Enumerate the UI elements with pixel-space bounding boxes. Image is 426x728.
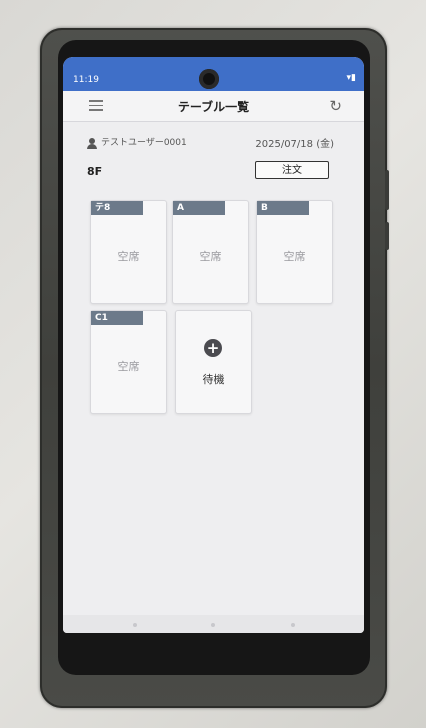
status-bar: 11:19 ▾▮ bbox=[63, 57, 364, 91]
table-status: 空席 bbox=[199, 250, 222, 263]
table-label: テ8 bbox=[91, 201, 143, 215]
refresh-icon[interactable]: ↻ bbox=[329, 97, 342, 115]
wait-card[interactable]: + 待機 bbox=[175, 310, 252, 414]
table-label: C1 bbox=[91, 311, 143, 325]
user-name: テストユーザー0001 bbox=[101, 138, 187, 148]
wait-label: 待機 bbox=[202, 373, 225, 386]
app-header: テーブル一覧 ↻ bbox=[63, 91, 364, 122]
table-status: 空席 bbox=[117, 250, 140, 263]
volume-button bbox=[385, 170, 389, 210]
navigation-bar bbox=[63, 615, 364, 633]
phone-screen: 11:19 ▾▮ テーブル一覧 ↻ テストユーザー0001 2025/07/18… bbox=[63, 57, 364, 633]
nav-home-icon[interactable] bbox=[211, 623, 215, 627]
nav-recent-icon[interactable] bbox=[291, 623, 295, 627]
table-label: B bbox=[257, 201, 309, 215]
page-title: テーブル一覧 bbox=[177, 100, 250, 114]
user-info: テストユーザー0001 bbox=[87, 135, 187, 149]
table-card[interactable]: テ8 空席 bbox=[90, 200, 167, 304]
status-time: 11:19 bbox=[73, 75, 99, 85]
floor-label: 8F bbox=[87, 165, 103, 178]
table-card[interactable]: A 空席 bbox=[172, 200, 249, 304]
order-button[interactable]: 注文 bbox=[255, 161, 329, 179]
power-button bbox=[385, 222, 389, 250]
table-card[interactable]: B 空席 bbox=[256, 200, 333, 304]
table-status: 空席 bbox=[117, 360, 140, 373]
plus-icon: + bbox=[204, 339, 222, 357]
table-label: A bbox=[173, 201, 225, 215]
wifi-battery-icon: ▾▮ bbox=[346, 73, 356, 83]
current-date: 2025/07/18 (金) bbox=[255, 139, 334, 150]
nav-back-icon[interactable] bbox=[133, 623, 137, 627]
front-camera bbox=[199, 69, 219, 89]
table-status: 空席 bbox=[283, 250, 306, 263]
table-card[interactable]: C1 空席 bbox=[90, 310, 167, 414]
user-icon bbox=[87, 137, 97, 149]
